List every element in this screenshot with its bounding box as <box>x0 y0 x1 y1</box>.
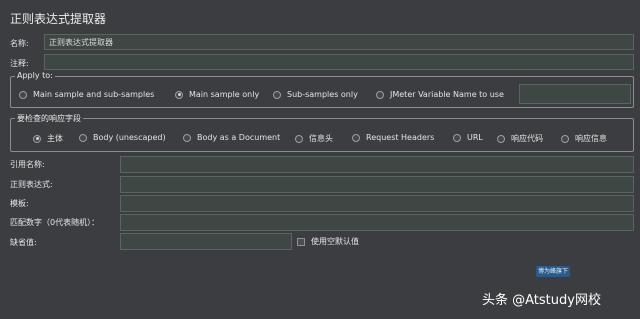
response-field-legend: 要检查的响应字段 <box>15 113 83 124</box>
regex-input[interactable] <box>120 176 634 193</box>
radio-button-icon <box>352 133 360 142</box>
template-input[interactable] <box>120 195 634 212</box>
radio-label: 响应代码 <box>511 134 543 143</box>
reference-name-input[interactable] <box>120 156 634 173</box>
apply-to-group: Apply to: Main sample and sub-samples Ma… <box>10 71 634 108</box>
checkbox-icon <box>297 237 305 246</box>
radio-request-headers[interactable]: Request Headers <box>352 133 434 142</box>
radio-label: JMeter Variable Name to use <box>390 90 504 99</box>
radio-label: 主体 <box>47 134 63 143</box>
radio-label: URL <box>467 133 483 142</box>
default-value-input[interactable] <box>120 233 292 250</box>
radio-label: Main sample only <box>189 90 260 99</box>
radio-label: Sub-samples only <box>287 90 358 99</box>
radio-jmeter-variable[interactable]: JMeter Variable Name to use <box>376 90 504 99</box>
radio-body[interactable]: 主体 <box>33 133 63 144</box>
radio-label: Request Headers <box>366 133 435 142</box>
default-value-label: 缺省值: <box>10 238 37 247</box>
radio-main-only[interactable]: Main sample only <box>175 90 259 99</box>
reference-name-label: 引用名称: <box>10 160 45 169</box>
template-label: 模板: <box>10 199 29 208</box>
radio-body-unescaped[interactable]: Body (unescaped) <box>79 133 166 142</box>
radio-response-code[interactable]: 响应代码 <box>497 133 543 144</box>
radio-headers[interactable]: 信息头 <box>295 133 333 144</box>
radio-button-icon <box>19 90 27 99</box>
radio-sub-only[interactable]: Sub-samples only <box>273 90 358 99</box>
page-title: 正则表达式提取器 <box>10 12 107 26</box>
name-input[interactable] <box>44 34 634 50</box>
match-number-label: 匹配数字（0代表随机）： <box>10 218 100 227</box>
radio-button-icon <box>561 134 569 143</box>
radio-body-as-document[interactable]: Body as a Document <box>183 133 280 142</box>
radio-button-icon <box>79 133 87 142</box>
footer-attribution: 头条 @Atstudy网校 <box>482 293 601 308</box>
radio-url[interactable]: URL <box>453 133 483 142</box>
radio-button-icon <box>183 133 191 142</box>
response-field-group: 要检查的响应字段 主体 Body (unescaped) Body as a D… <box>10 113 634 152</box>
radio-button-selected-icon <box>175 90 183 99</box>
radio-button-icon <box>376 90 384 99</box>
radio-label: Body as a Document <box>197 133 281 142</box>
radio-label: 响应信息 <box>575 134 607 143</box>
use-empty-default-label: 使用空默认值 <box>311 237 359 246</box>
radio-label: Body (unescaped) <box>93 133 166 142</box>
radio-button-icon <box>273 90 281 99</box>
radio-button-icon <box>453 133 461 142</box>
use-empty-default-checkbox[interactable]: 使用空默认值 <box>297 236 359 247</box>
name-label: 名称: <box>10 39 29 48</box>
radio-button-icon <box>497 134 505 143</box>
radio-button-selected-icon <box>33 134 41 143</box>
comment-label: 注释: <box>10 59 29 68</box>
radio-button-icon <box>295 134 303 143</box>
radio-response-message[interactable]: 响应信息 <box>561 133 607 144</box>
comment-input[interactable] <box>44 54 634 70</box>
regex-label: 正则表达式: <box>10 180 53 189</box>
radio-main-and-sub[interactable]: Main sample and sub-samples <box>19 90 154 99</box>
match-number-input[interactable] <box>120 214 634 231</box>
radio-label: Main sample and sub-samples <box>33 90 155 99</box>
watermark-banner: 博为峰旗下 <box>536 266 570 277</box>
radio-label: 信息头 <box>309 134 333 143</box>
apply-to-legend: Apply to: <box>15 71 55 80</box>
jmeter-variable-input[interactable] <box>519 84 631 104</box>
